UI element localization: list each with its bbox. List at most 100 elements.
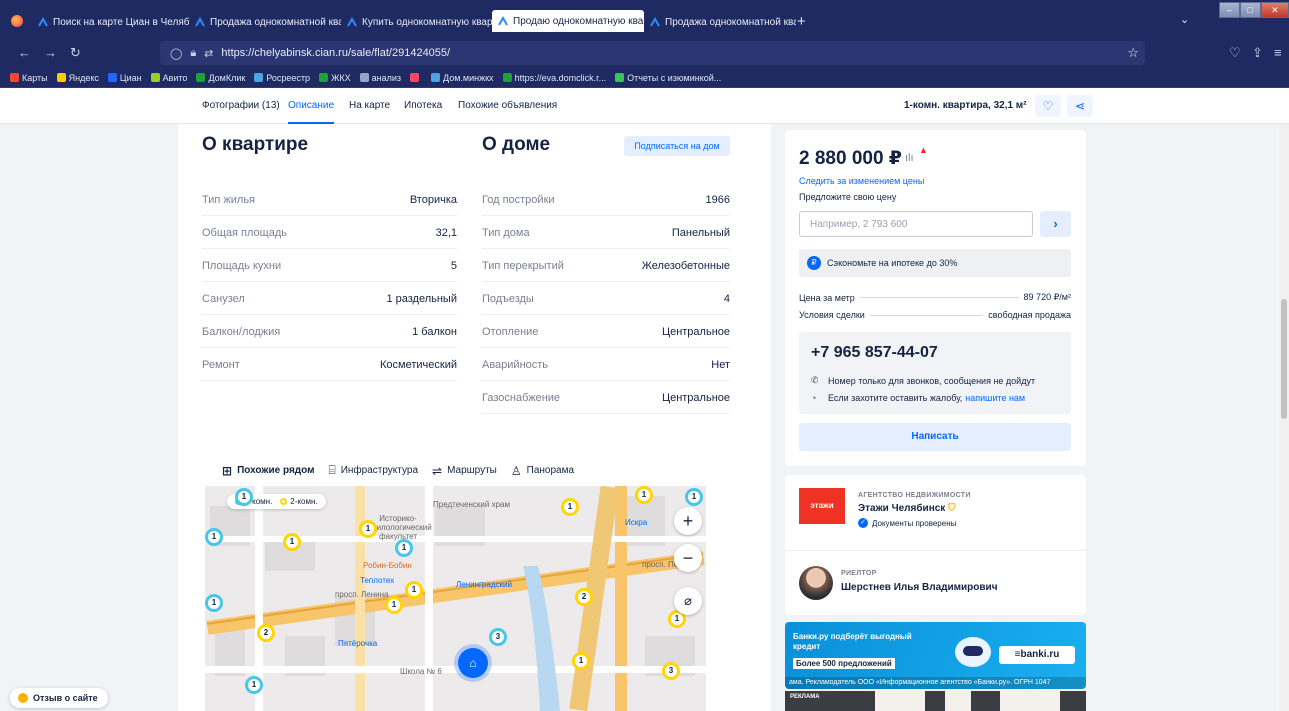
map[interactable]: Предтеченский храм Историко-филологическ… <box>205 486 706 711</box>
current-listing-marker[interactable]: ⌂ <box>458 648 488 678</box>
share-icon[interactable]: ⋖ <box>1067 95 1093 117</box>
price-chart-icon[interactable]: ılı <box>905 152 914 164</box>
house-section-title: О доме <box>482 134 551 155</box>
map-pin[interactable]: 1 <box>572 652 590 670</box>
ad-legal: ама. Рекламодатель ООО «Информационное а… <box>785 677 1086 689</box>
subnav-map[interactable]: На карте <box>349 88 390 124</box>
map-pin[interactable]: 1 <box>235 488 253 506</box>
new-tab-icon[interactable]: + <box>797 14 806 29</box>
ad-banner-2[interactable]: РЕКЛАМА <box>785 691 1086 711</box>
house-row: Тип перекрытий Железобетонные <box>482 250 730 282</box>
map-pin[interactable]: 1 <box>395 539 413 557</box>
map-pin[interactable]: 1 <box>685 488 703 506</box>
map-pin[interactable]: 1 <box>283 533 301 551</box>
favorite-icon[interactable]: ♡ <box>1035 95 1061 117</box>
back-icon[interactable]: ← <box>18 45 31 60</box>
agency-logo[interactable]: этажи <box>799 488 845 524</box>
map-pin[interactable]: 1 <box>385 596 403 614</box>
minimize-icon[interactable]: – <box>1219 2 1240 18</box>
bookmark-favicon-icon <box>150 73 160 82</box>
subnav-photos[interactable]: Фотографии (13) <box>202 88 280 124</box>
close-window-icon[interactable]: ✕ <box>1260 2 1289 18</box>
map-pin[interactable]: 2 <box>257 624 275 642</box>
complaint-link[interactable]: напишите нам <box>965 393 1025 403</box>
feedback-button[interactable]: Отзыв о сайте <box>10 688 108 708</box>
house-row-value: Центральное <box>661 325 730 338</box>
subscribe-house-button[interactable]: Подписаться на дом <box>624 136 730 156</box>
realtor-name[interactable]: Шерстнев Илья Владимирович <box>841 582 998 593</box>
ruler-icon[interactable]: ⌀ <box>674 587 702 615</box>
map-tab-panorama[interactable]: ♙ Панорама <box>511 463 574 478</box>
subnav-mortgage[interactable]: Ипотека <box>404 88 442 124</box>
main-content: О квартире О доме Подписаться на дом Тип… <box>178 124 771 711</box>
lock-icon[interactable]: 🔒︎ <box>190 47 196 60</box>
scrollbar[interactable] <box>1279 124 1289 711</box>
submit-offer-button[interactable]: › <box>1040 211 1071 237</box>
ad-banner[interactable]: Банки.ру подберёт выгодный кредит Более … <box>785 622 1086 689</box>
shield-icon[interactable]: ◯ <box>170 47 182 60</box>
browser-tab[interactable]: Поиск на карте Циан в Челяб✕ <box>32 12 189 32</box>
map-pin[interactable]: 1 <box>635 486 653 504</box>
map-pin[interactable]: 1 <box>359 520 377 538</box>
scrollbar-thumb[interactable] <box>1281 299 1287 419</box>
browser-tab[interactable]: Продажа однокомнатной квар✕ <box>644 12 796 32</box>
write-button[interactable]: Написать <box>799 423 1071 451</box>
map-pin[interactable]: 1 <box>561 498 579 516</box>
menu-icon[interactable]: ≡ <box>1274 45 1282 60</box>
browser-tab[interactable]: Продажа однокомнатной квар✕ <box>189 12 341 32</box>
map-pin[interactable]: 1 <box>205 528 223 546</box>
forward-icon[interactable]: → <box>44 45 57 60</box>
house-row-value: 1966 <box>705 193 730 206</box>
extensions-icon[interactable]: ⇪ <box>1252 45 1263 61</box>
address-bar[interactable]: ◯ 🔒︎ ⇄ https://chelyabinsk.cian.ru/sale/… <box>160 41 1145 65</box>
bookmark-item[interactable]: Авито <box>150 73 187 83</box>
bookmark-item[interactable]: Росреестр <box>254 73 310 83</box>
pocket-icon[interactable]: ♡ <box>1229 45 1241 61</box>
mortgage-promo[interactable]: ₽ Сэкономьте на ипотеке до 30% <box>799 249 1071 277</box>
cian-icon <box>498 16 508 26</box>
map-tab-routes[interactable]: ⇌ Маршруты <box>432 463 497 478</box>
bookmark-item[interactable]: https://eva.domclick.r... <box>502 73 606 83</box>
browser-nav-bar: ← → ↻ ◯ 🔒︎ ⇄ https://chelyabinsk.cian.ru… <box>0 38 1289 68</box>
subnav-similar[interactable]: Похожие объявления <box>458 88 557 124</box>
bookmark-item[interactable]: Отчеты с изюминкой... <box>615 73 721 83</box>
maximize-icon[interactable]: □ <box>1239 2 1261 18</box>
subnav-description[interactable]: Описание <box>288 88 335 124</box>
map-pin[interactable]: 1 <box>205 594 223 612</box>
map-pin[interactable]: 1 <box>245 676 263 694</box>
bookmark-favicon-icon <box>107 73 117 82</box>
browser-tab-active[interactable]: Продаю однокомнатную квар✕ <box>492 10 644 32</box>
agency-name[interactable]: Этажи Челябинск ⛉ <box>858 503 956 514</box>
bookmark-item[interactable]: ЖКХ <box>319 73 351 83</box>
map-tab-similar[interactable]: ⊞ Похожие рядом <box>222 463 315 478</box>
bookmark-favicon-icon <box>10 73 19 82</box>
price-up-icon: ▲ <box>919 145 928 155</box>
house-row-label: Год постройки <box>482 193 555 206</box>
map-pin[interactable]: 1 <box>405 581 423 599</box>
reload-icon[interactable]: ↻ <box>70 45 81 61</box>
phone-number[interactable]: +7 965 857-44-07 <box>811 344 938 362</box>
zoom-in-icon[interactable]: + <box>674 507 702 535</box>
bookmark-item[interactable] <box>410 73 422 82</box>
permissions-icon[interactable]: ⇄ <box>204 47 213 60</box>
follow-price-link[interactable]: Следить за изменением цены <box>799 176 924 186</box>
avatar[interactable] <box>799 566 833 600</box>
bookmark-item[interactable]: Циан <box>107 73 142 83</box>
zoom-out-icon[interactable]: − <box>674 544 702 572</box>
bookmark-item[interactable]: Яндекс <box>56 73 99 83</box>
bookmark-item[interactable]: Карты <box>10 73 48 83</box>
tab-list-icon[interactable]: ⌄ <box>1180 13 1189 26</box>
bookmark-star-icon[interactable]: ☆ <box>1127 45 1139 61</box>
bookmark-item[interactable]: ДомКлик <box>196 73 245 83</box>
apartment-row-value: Вторичка <box>409 193 457 206</box>
browser-tab[interactable]: Купить однокомнатную кварт✕ <box>341 12 492 32</box>
house-row-value: Центральное <box>661 391 730 404</box>
offer-price-input[interactable] <box>799 211 1033 237</box>
deal-terms-row: Условия сделки свободная продажа <box>799 310 1071 320</box>
map-pin[interactable]: 3 <box>489 628 507 646</box>
map-tab-infrastructure[interactable]: ⌸ Инфраструктура <box>329 463 418 478</box>
map-pin[interactable]: 3 <box>662 662 680 680</box>
bookmark-item[interactable]: анализ <box>359 73 401 83</box>
map-pin[interactable]: 2 <box>575 588 593 606</box>
bookmark-item[interactable]: Дом.минжкх <box>431 73 494 83</box>
